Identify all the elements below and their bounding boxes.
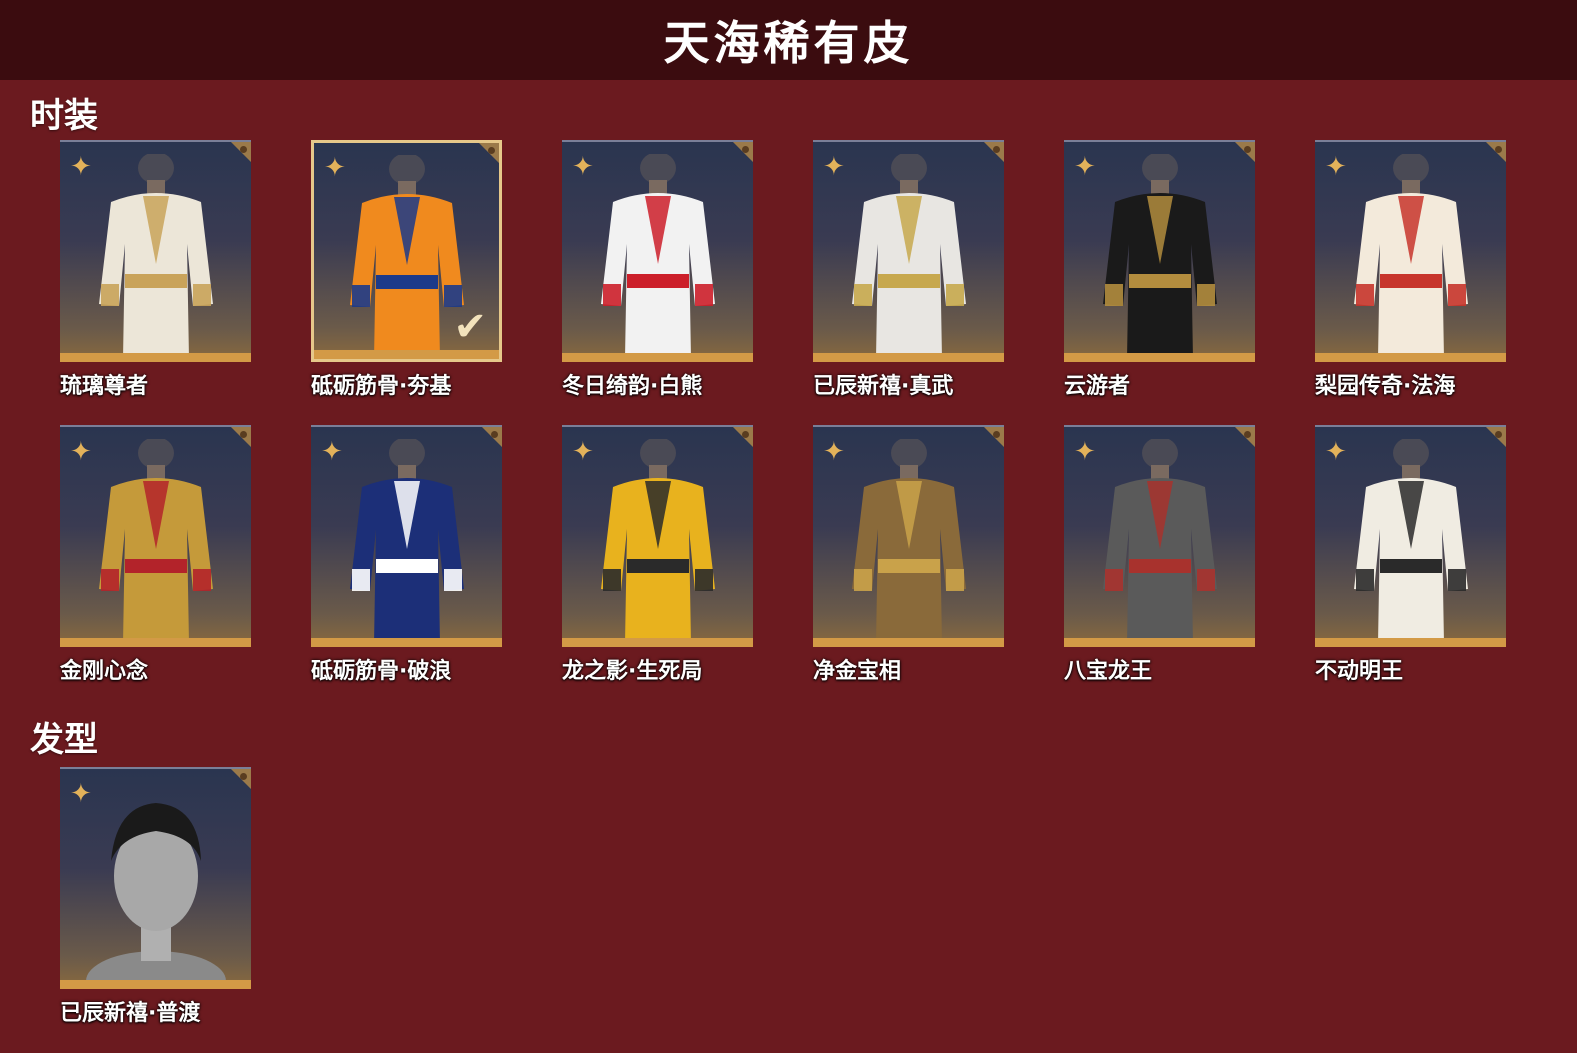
skin-name: 已辰新禧·真武 xyxy=(813,374,954,399)
card-bottom-bar xyxy=(60,980,251,989)
corner-badge-icon xyxy=(1484,427,1506,449)
skin-card[interactable]: ✦ xyxy=(1315,425,1506,647)
four-point-star-icon: ✦ xyxy=(324,153,346,183)
skin-card[interactable]: ✦ xyxy=(562,140,753,362)
card-bottom-bar xyxy=(562,638,753,647)
four-point-star-icon: ✦ xyxy=(1325,152,1347,182)
skin-card[interactable]: ✦ xyxy=(813,140,1004,362)
hairstyle-item[interactable]: ✦ 已辰新禧·普渡 xyxy=(60,767,251,1027)
four-point-star-icon: ✦ xyxy=(70,779,92,809)
white-gold-robe-icon xyxy=(81,154,231,362)
white-red-monk-robe-icon xyxy=(1336,154,1486,362)
four-point-star-icon: ✦ xyxy=(823,152,845,182)
corner-badge-icon xyxy=(1233,142,1255,164)
skin-name: 八宝龙王 xyxy=(1064,659,1153,684)
skin-card[interactable]: ✦ xyxy=(1315,140,1506,362)
skin-card[interactable]: ✦ xyxy=(1064,140,1255,362)
skin-card[interactable]: ✦ xyxy=(60,767,251,989)
skin-name: 净金宝相 xyxy=(813,659,902,684)
header-bar: 天海稀有皮 xyxy=(0,0,1577,80)
blue-white-track-jacket-icon xyxy=(332,439,482,647)
corner-badge-icon xyxy=(982,427,1004,449)
card-bottom-bar xyxy=(311,638,502,647)
four-point-star-icon: ✦ xyxy=(823,437,845,467)
skin-name: 不动明王 xyxy=(1315,659,1404,684)
corner-badge-icon xyxy=(480,427,502,449)
skin-name: 龙之影·生死局 xyxy=(562,659,703,684)
corner-badge-icon xyxy=(477,143,499,165)
skin-name: 琉璃尊者 xyxy=(60,374,149,399)
outfit-item[interactable]: ✦ 八宝龙王 xyxy=(1064,425,1255,685)
skin-card[interactable]: ✦ xyxy=(1064,425,1255,647)
outfit-item[interactable]: ✦ 已辰新禧·真武 xyxy=(813,140,1004,400)
four-point-star-icon: ✦ xyxy=(1074,437,1096,467)
skin-card[interactable]: ✦ xyxy=(311,425,502,647)
check-icon: ✔ xyxy=(453,304,487,350)
card-bottom-bar xyxy=(813,353,1004,362)
outfit-item[interactable]: ✦ 龙之影·生死局 xyxy=(562,425,753,685)
four-point-star-icon: ✦ xyxy=(1325,437,1347,467)
card-bottom-bar xyxy=(1315,353,1506,362)
card-bottom-bar xyxy=(813,638,1004,647)
skin-name: 梨园传奇·法海 xyxy=(1315,374,1456,399)
corner-badge-icon xyxy=(1233,427,1255,449)
skin-card[interactable]: ✦ xyxy=(60,425,251,647)
white-black-armor-icon xyxy=(1336,439,1486,647)
section-title-outfits: 时装 xyxy=(30,96,98,136)
skin-card[interactable]: ✦ ✔ xyxy=(311,140,502,362)
white-bear-red-scarf-icon xyxy=(583,154,733,362)
card-bottom-bar xyxy=(562,353,753,362)
bronze-vest-icon xyxy=(834,439,984,647)
corner-badge-icon xyxy=(229,142,251,164)
hairstyle-grid: ✦ 已辰新禧·普渡 xyxy=(60,767,1506,1027)
four-point-star-icon: ✦ xyxy=(572,437,594,467)
outfit-item[interactable]: ✦ 梨园传奇·法海 xyxy=(1315,140,1506,400)
yellow-jumpsuit-icon xyxy=(583,439,733,647)
outfit-grid: ✦ 琉璃尊者 ✦ ✔ 砥砺筋骨·夯基 ✦ 冬日绮韵·白熊 ✦ 已辰新禧·真武 ✦ 云游者 xyxy=(60,140,1506,685)
dragon-king-armor-icon xyxy=(1085,439,1235,647)
skin-name: 砥砺筋骨·破浪 xyxy=(311,659,452,684)
skin-name: 已辰新禧·普渡 xyxy=(60,1001,201,1026)
skin-name: 砥砺筋骨·夯基 xyxy=(311,374,452,399)
outfit-item[interactable]: ✦ 云游者 xyxy=(1064,140,1255,400)
outfit-item[interactable]: ✦ ✔ 砥砺筋骨·夯基 xyxy=(311,140,502,400)
card-bottom-bar xyxy=(60,353,251,362)
skin-card[interactable]: ✦ xyxy=(562,425,753,647)
card-bottom-bar xyxy=(1064,638,1255,647)
skin-name: 金刚心念 xyxy=(60,659,149,684)
outfit-item[interactable]: ✦ 琉璃尊者 xyxy=(60,140,251,400)
page-title: 天海稀有皮 xyxy=(663,16,914,70)
section-title-hairstyles: 发型 xyxy=(30,720,98,760)
skin-card[interactable]: ✦ xyxy=(60,140,251,362)
skin-card[interactable]: ✦ xyxy=(813,425,1004,647)
outfit-item[interactable]: ✦ 不动明王 xyxy=(1315,425,1506,685)
card-bottom-bar xyxy=(60,638,251,647)
card-bottom-bar xyxy=(1315,638,1506,647)
white-armored-robe-icon xyxy=(834,154,984,362)
four-point-star-icon: ✦ xyxy=(321,437,343,467)
four-point-star-icon: ✦ xyxy=(70,437,92,467)
card-bottom-bar xyxy=(314,350,499,359)
outfit-item[interactable]: ✦ 金刚心念 xyxy=(60,425,251,685)
corner-badge-icon xyxy=(229,427,251,449)
skin-name: 云游者 xyxy=(1064,374,1131,399)
corner-badge-icon xyxy=(982,142,1004,164)
outfit-item[interactable]: ✦ 砥砺筋骨·破浪 xyxy=(311,425,502,685)
skin-name: 冬日绮韵·白熊 xyxy=(562,374,703,399)
corner-badge-icon xyxy=(731,142,753,164)
four-point-star-icon: ✦ xyxy=(572,152,594,182)
corner-badge-icon xyxy=(731,427,753,449)
outfit-item[interactable]: ✦ 冬日绮韵·白熊 xyxy=(562,140,753,400)
card-bottom-bar xyxy=(1064,353,1255,362)
golden-armor-icon xyxy=(81,439,231,647)
outfit-item[interactable]: ✦ 净金宝相 xyxy=(813,425,1004,685)
corner-badge-icon xyxy=(1484,142,1506,164)
four-point-star-icon: ✦ xyxy=(1074,152,1096,182)
short-black-hair-icon xyxy=(81,781,231,989)
corner-badge-icon xyxy=(229,769,251,791)
black-vest-icon xyxy=(1085,154,1235,362)
four-point-star-icon: ✦ xyxy=(70,152,92,182)
